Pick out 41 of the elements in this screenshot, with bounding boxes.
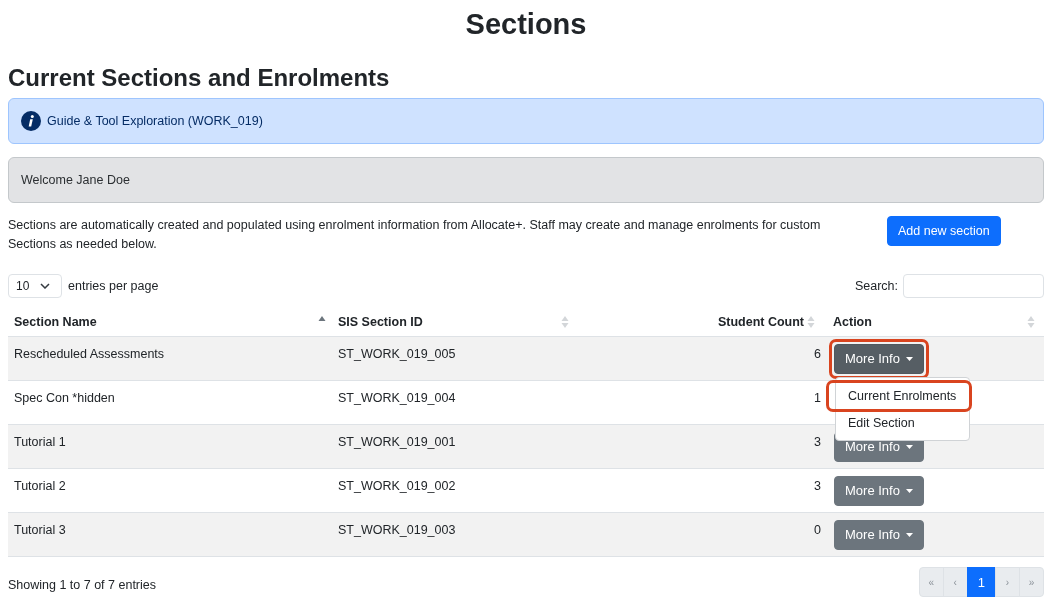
table-cell: Spec Con *hidden bbox=[8, 380, 332, 425]
table-cell: 0 bbox=[575, 512, 827, 557]
alert-text: Guide & Tool Exploration (WORK_019) bbox=[47, 113, 263, 130]
table-cell: 1 bbox=[575, 380, 827, 425]
search-label: Search: bbox=[854, 279, 898, 293]
table-cell: Rescheduled Assessments bbox=[8, 336, 332, 381]
section-heading: Current Sections and Enrolments bbox=[8, 63, 391, 93]
table-cell: ST_WORK_019_004 bbox=[332, 380, 575, 425]
menu-item[interactable]: Current Enrolments bbox=[836, 383, 969, 409]
entries-info: Showing 1 to 7 of 7 entries bbox=[8, 577, 156, 592]
table-cell: ST_WORK_019_002 bbox=[332, 468, 575, 513]
column-header[interactable]: SIS Section ID bbox=[338, 314, 423, 330]
more-info-button[interactable]: More Info bbox=[834, 344, 924, 374]
more-info-button[interactable]: More Info bbox=[834, 476, 924, 506]
page-length-label: entries per page bbox=[68, 279, 159, 293]
column-header[interactable]: Student Count bbox=[717, 314, 804, 330]
chevron-down-icon bbox=[40, 283, 50, 289]
table-cell: Tutorial 3 bbox=[8, 512, 332, 557]
search-field[interactable] bbox=[903, 274, 1044, 298]
table-cell: ST_WORK_019_003 bbox=[332, 512, 575, 557]
welcome-text: Welcome Jane Doe bbox=[21, 173, 130, 187]
caret-icon bbox=[905, 489, 913, 493]
table-cell: 3 bbox=[575, 468, 827, 513]
add-section-button[interactable]: Add new section bbox=[887, 216, 1001, 246]
description-text: Sections are automatically created and populated using enrolment information from Allocate+. Staff may create and manage enrolments for custom Sections as needed below. bbox=[8, 217, 822, 253]
page-title: Sections bbox=[464, 7, 588, 42]
caret-icon bbox=[905, 445, 913, 449]
page-length-select[interactable]: 10 bbox=[8, 274, 62, 298]
column-header[interactable]: Action bbox=[833, 314, 872, 330]
info-icon bbox=[21, 111, 41, 131]
column-header[interactable]: Section Name bbox=[14, 314, 97, 330]
more-info-button[interactable]: More Info bbox=[834, 520, 924, 550]
table-cell: 3 bbox=[575, 424, 827, 469]
table-cell: Tutorial 2 bbox=[8, 468, 332, 513]
table-cell: ST_WORK_019_005 bbox=[332, 336, 575, 381]
table-cell: ST_WORK_019_001 bbox=[332, 424, 575, 469]
table-cell: Tutorial 1 bbox=[8, 424, 332, 469]
caret-icon bbox=[905, 533, 913, 537]
table-cell: 6 bbox=[575, 336, 827, 381]
caret-icon bbox=[905, 357, 913, 361]
pagination-button[interactable]: 1 bbox=[966, 567, 996, 597]
